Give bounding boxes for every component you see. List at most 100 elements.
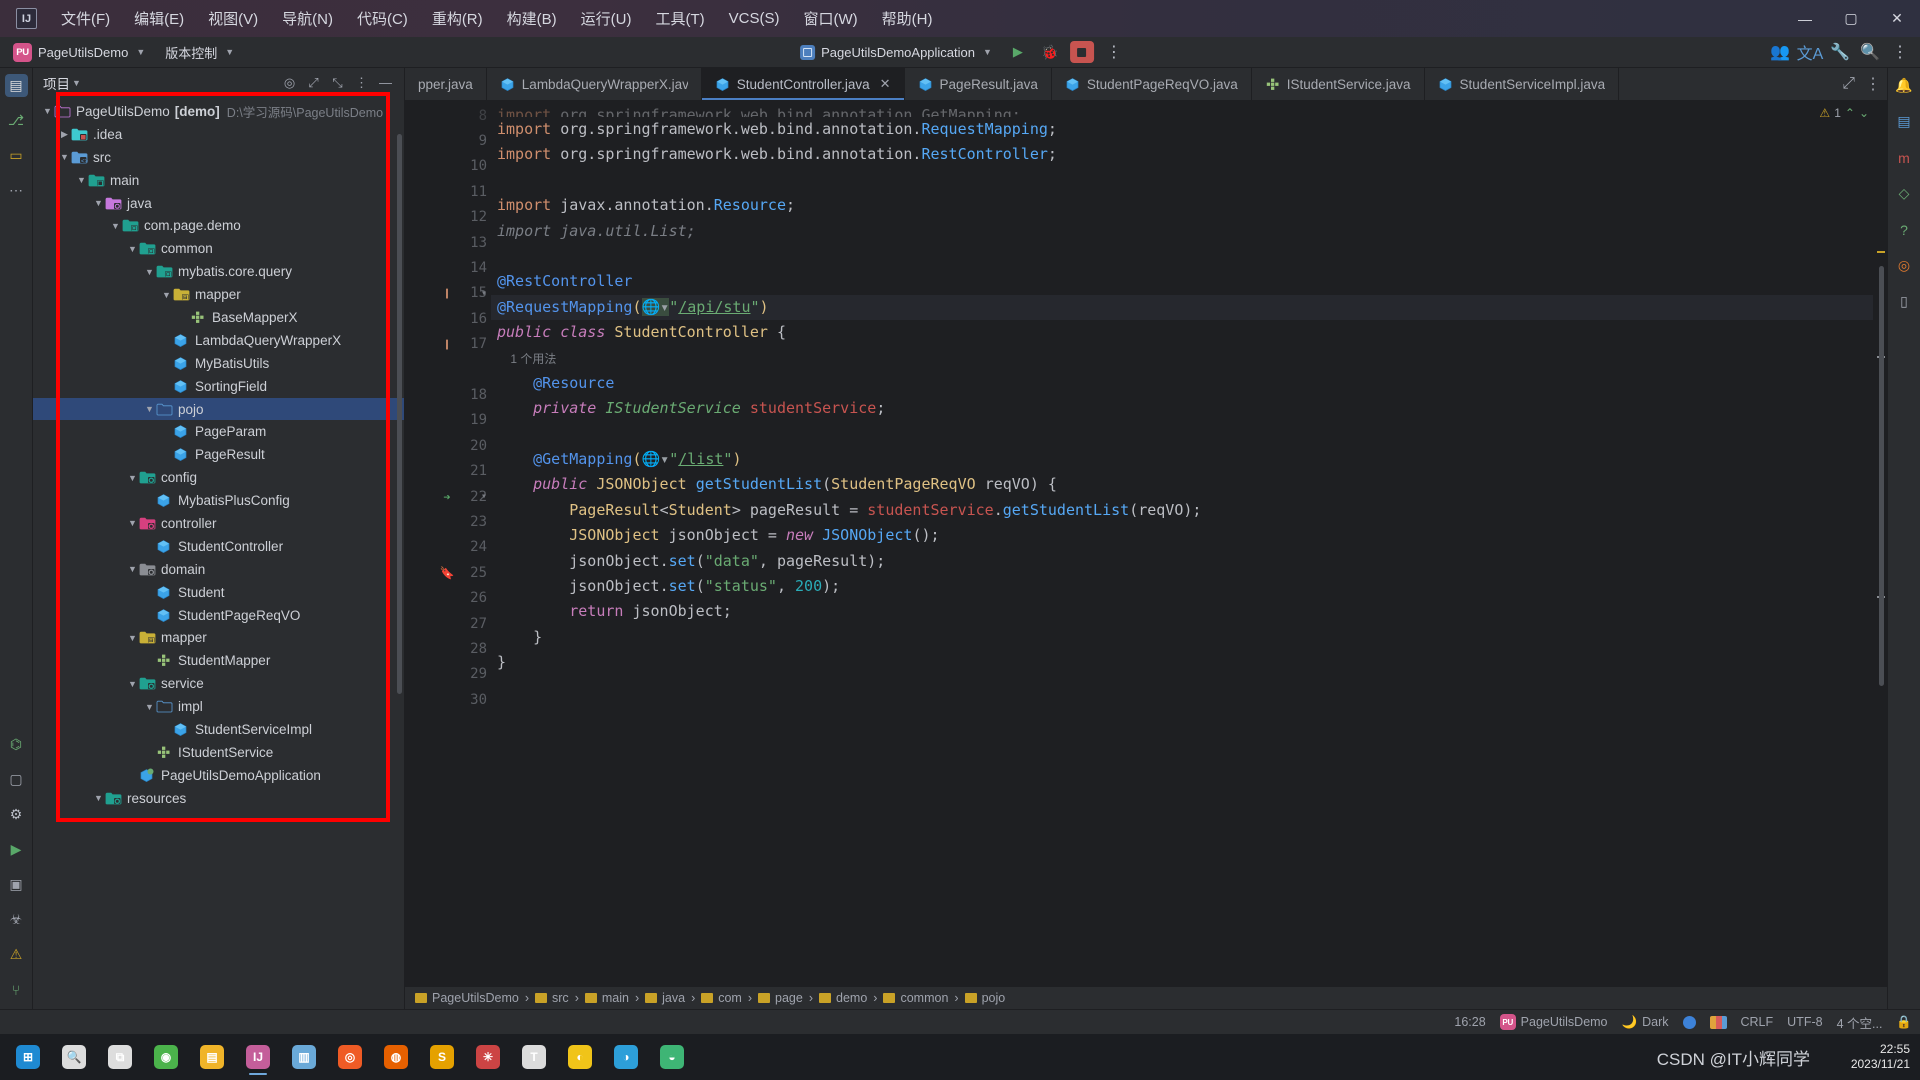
tree-item-resources[interactable]: ▼ resources: [33, 787, 404, 810]
gutter-line-18[interactable]: 18: [405, 382, 491, 407]
editor-tab-studentserviceimpl-java[interactable]: StudentServiceImpl.java: [1425, 68, 1620, 100]
chevron-down-icon[interactable]: ⌄: [1859, 106, 1869, 120]
tree-item-main[interactable]: ▼ main: [33, 169, 404, 192]
breadcrumb-item-main[interactable]: main: [581, 991, 633, 1005]
translate-icon[interactable]: 文A: [1796, 39, 1824, 65]
inlay-usage-hint[interactable]: 1 个用法: [491, 346, 1873, 371]
gutter-line-17[interactable]: ❙ 17: [405, 332, 491, 357]
chevron-down-icon[interactable]: ▼: [72, 78, 81, 88]
notifications-icon[interactable]: 🔔: [1893, 74, 1916, 97]
tree-item-basemapperx[interactable]: · BaseMapperX: [33, 306, 404, 329]
gutter-line-25[interactable]: 🔖 25: [405, 560, 491, 585]
project-widget[interactable]: PU PageUtilsDemo ▼: [6, 41, 152, 64]
chevron-down-icon[interactable]: ▼: [41, 106, 54, 116]
tree-item-pojo[interactable]: ▼ pojo: [33, 397, 404, 421]
minimize-button[interactable]: —: [1782, 0, 1828, 37]
edge-icon[interactable]: ◑: [604, 1037, 648, 1077]
gutter-line-14[interactable]: 14: [405, 255, 491, 280]
project-tree-scrollbar[interactable]: [397, 134, 402, 694]
menu-vcs[interactable]: VCS(S): [717, 6, 792, 31]
chevron-up-icon[interactable]: ⌃: [1845, 106, 1855, 120]
editor-tab-bar[interactable]: pper.java LambdaQueryWrapperX.java Student…: [405, 68, 1887, 101]
tree-item-impl[interactable]: ▼ impl: [33, 695, 404, 718]
gutter-line-16[interactable]: 16: [405, 306, 491, 331]
editor-code[interactable]: import org.springframework.web.bind.anno…: [491, 101, 1873, 987]
run-configuration-selector[interactable]: PageUtilsDemoApplication ▼: [792, 43, 1000, 62]
gutter-line-21[interactable]: 21: [405, 458, 491, 483]
tree-item-pageutilsdemo[interactable]: ▼ PageUtilsDemo [demo] D:\学习源码\PageUtilsDem…: [33, 100, 404, 123]
settings-icon[interactable]: ⚙: [5, 803, 28, 826]
fold-chevron-icon[interactable]: ▾: [481, 491, 487, 502]
chevron-down-icon[interactable]: ▼: [92, 198, 105, 208]
qq-icon[interactable]: ◐: [558, 1037, 602, 1077]
gutter-line-22[interactable]: ➔ 22 ▾: [405, 484, 491, 509]
bookmarks-tool-window-icon[interactable]: ▭: [5, 144, 28, 167]
spring-bean-icon[interactable]: ❙: [439, 336, 455, 352]
chevron-down-icon[interactable]: ▼: [143, 404, 156, 414]
sublime-icon[interactable]: S: [420, 1037, 464, 1077]
gutter-line-26[interactable]: 26: [405, 585, 491, 610]
ai-assistant-icon[interactable]: ◎: [1893, 254, 1916, 277]
gutter-line-hint[interactable]: [405, 357, 491, 382]
gutter-line-8[interactable]: 8: [405, 103, 491, 128]
chevron-down-icon[interactable]: ▼: [126, 679, 139, 689]
chevron-down-icon[interactable]: ▼: [92, 793, 105, 803]
hide-panel-icon[interactable]: —: [375, 72, 396, 93]
options-icon[interactable]: ⋮: [351, 72, 372, 93]
tree-item-sortingfield[interactable]: · SortingField: [33, 375, 404, 398]
problems-icon[interactable]: ⚠: [5, 943, 28, 966]
editor-tab-istudentservice-java[interactable]: IStudentService.java: [1252, 68, 1425, 100]
gutter-line-13[interactable]: 13: [405, 230, 491, 255]
status-encoding[interactable]: UTF-8: [1787, 1015, 1822, 1029]
tree-item-config[interactable]: ▼ config: [33, 466, 404, 489]
menu-build[interactable]: 构建(B): [495, 4, 569, 33]
tree-item-service[interactable]: ▼ service: [33, 672, 404, 695]
editor-tab-studentcontroller-java[interactable]: StudentController.java ✕: [701, 68, 905, 100]
editor-marker-bar[interactable]: [1873, 101, 1887, 987]
status-indent[interactable]: 4 个空...: [1837, 1013, 1883, 1032]
tree-item-student[interactable]: · Student: [33, 581, 404, 604]
close-button[interactable]: ✕: [1874, 0, 1920, 37]
breadcrumb-item-pojo[interactable]: pojo: [961, 991, 1010, 1005]
chevron-right-icon[interactable]: ▶: [58, 129, 71, 140]
spring-bean-icon[interactable]: ❙: [439, 285, 455, 301]
breadcrumb-item-demo[interactable]: demo: [815, 991, 871, 1005]
chevron-down-icon[interactable]: ▼: [160, 290, 173, 300]
inspection-widget[interactable]: ⚠ 1 ⌃ ⌄: [1819, 106, 1869, 120]
task-view-button[interactable]: ⧉: [98, 1037, 142, 1077]
gutter-line-12[interactable]: 12: [405, 205, 491, 230]
run-panel-icon[interactable]: ▶: [5, 838, 28, 861]
chevron-down-icon[interactable]: ▼: [143, 702, 156, 712]
wechat-icon[interactable]: ◒: [650, 1037, 694, 1077]
gutter-line-20[interactable]: 20: [405, 433, 491, 458]
debug-panel-icon[interactable]: ▣: [5, 873, 28, 896]
menu-run[interactable]: 运行(U): [569, 4, 644, 33]
intellij-idea-icon[interactable]: IJ: [236, 1037, 280, 1077]
tree-item-pageutilsdemoapplication[interactable]: · PageUtilsDemoApplication: [33, 764, 404, 787]
gutter-line-28[interactable]: 28: [405, 636, 491, 661]
tree-item-domain[interactable]: ▼ domain: [33, 558, 404, 581]
status-indicator-colors[interactable]: [1709, 1015, 1727, 1029]
status-lock-icon[interactable]: 🔒: [1896, 1015, 1912, 1030]
stop-button[interactable]: [1068, 39, 1096, 65]
settings-icon[interactable]: 🔧: [1826, 39, 1854, 65]
breadcrumb-item-com[interactable]: com: [697, 991, 746, 1005]
tree-item-studentserviceimpl[interactable]: · StudentServiceImpl: [33, 718, 404, 741]
tree-item-studentcontroller[interactable]: · StudentController: [33, 535, 404, 558]
editor-gutter[interactable]: 8 9 10 11 12 13 14 ❙ 15 ▾ 16 ❙ 17 18 19 20 21 ➔ 22 ▾ 23 24 🔖 25…: [405, 101, 491, 987]
expand-editor-icon[interactable]: ⤢: [1842, 75, 1855, 93]
gutter-line-23[interactable]: 23: [405, 509, 491, 534]
breadcrumb[interactable]: PageUtilsDemo › src › main › java › com › page › dem…: [405, 987, 1887, 1009]
debug-button[interactable]: 🐞: [1036, 39, 1064, 65]
gutter-line-19[interactable]: 19: [405, 408, 491, 433]
tree-item-studentpagereqvo[interactable]: · StudentPageReqVO: [33, 604, 404, 627]
tree-item-src[interactable]: ▼ <> src: [33, 146, 404, 169]
maven-icon[interactable]: m: [1893, 146, 1916, 169]
gradle-icon[interactable]: ◇: [1893, 182, 1916, 205]
editor-tab-studentpagereqvo-java[interactable]: StudentPageReqVO.java: [1052, 68, 1252, 100]
typora-icon[interactable]: T: [512, 1037, 556, 1077]
close-tab-icon[interactable]: ✕: [880, 76, 891, 92]
tree-item-com-page-demo[interactable]: ▼ com.page.demo: [33, 214, 404, 237]
search-button[interactable]: 🔍: [52, 1037, 96, 1077]
bookmarks-icon[interactable]: ▯: [1893, 290, 1916, 313]
